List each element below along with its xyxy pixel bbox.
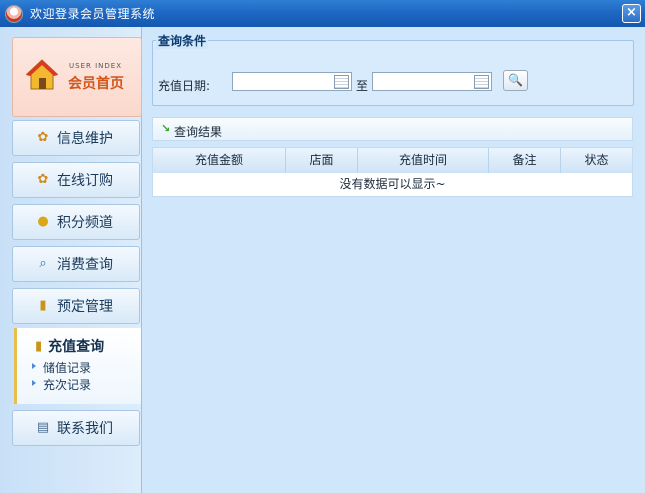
sidebar-item-recharge[interactable]: ▮ 充值查询 储值记录 充次记录 (14, 328, 141, 404)
sidebar-item-label: 在线订购 (57, 173, 113, 189)
sidebar-item-label: 信息维护 (57, 131, 113, 147)
date-label: 充值日期: (158, 79, 211, 93)
column-header[interactable]: 充值时间 (358, 148, 489, 173)
submenu-recharge-times[interactable]: 充次记录 (31, 376, 91, 393)
calendar-icon[interactable] (334, 75, 349, 89)
magnifier-icon: ⌕ (39, 256, 47, 271)
home-cn-label: 会员首页 (68, 76, 124, 92)
empty-message: 没有数据可以显示~ (339, 177, 446, 191)
submenu-stored-value[interactable]: 储值记录 (31, 359, 91, 376)
start-date-input[interactable] (232, 72, 352, 91)
close-button[interactable]: × (622, 4, 641, 23)
coins-icon: ● (37, 214, 49, 229)
result-header: ↘ 查询结果 (152, 117, 633, 141)
sidebar-item-info[interactable]: ✿ 信息维护 (12, 120, 140, 156)
query-panel: 查询条件 充值日期: 至 🔍 (152, 32, 634, 106)
sidebar-item-contact[interactable]: ▤ 联系我们 (12, 410, 140, 446)
column-header[interactable]: 店面 (286, 148, 358, 173)
app-icon (5, 4, 23, 23)
title-bar: 欢迎登录会员管理系统 × (0, 0, 645, 27)
sidebar-item-label: 联系我们 (57, 421, 113, 437)
medal-icon: ▮ (39, 298, 47, 313)
home-en-label: USER INDEX (69, 62, 122, 70)
card-icon: ▤ (36, 420, 50, 435)
search-button[interactable]: 🔍 (503, 70, 528, 91)
sidebar-item-label: 消费查询 (57, 257, 113, 273)
query-legend: 查询条件 (156, 32, 209, 49)
sidebar-item-reserve[interactable]: ▮ 预定管理 (12, 288, 140, 324)
search-icon: 🔍 (508, 73, 523, 87)
sidebar-active-label: 充值查询 (48, 339, 105, 355)
table-header: 充值金额 店面 充值时间 备注 状态 (153, 148, 632, 173)
sidebar-item-consume[interactable]: ⌕ 消费查询 (12, 246, 140, 282)
gear-icon: ✿ (37, 172, 49, 187)
column-header[interactable]: 状态 (561, 148, 632, 173)
column-header[interactable]: 充值金额 (153, 148, 286, 173)
sidebar-item-points[interactable]: ● 积分频道 (12, 204, 140, 240)
medal-icon: ▮ (35, 338, 43, 354)
gear-icon: ✿ (37, 130, 49, 145)
window-title: 欢迎登录会员管理系统 (30, 7, 156, 21)
sidebar-item-label: 预定管理 (57, 299, 113, 315)
calendar-icon[interactable] (474, 75, 489, 89)
sidebar-home[interactable]: USER INDEX 会员首页 (12, 37, 142, 117)
result-table: 充值金额 店面 充值时间 备注 状态 没有数据可以显示~ (152, 147, 633, 197)
end-date-input[interactable] (372, 72, 492, 91)
result-title: 查询结果 (174, 125, 223, 139)
to-label: 至 (356, 79, 369, 93)
arrow-icon: ↘ (161, 122, 171, 135)
sidebar-item-order[interactable]: ✿ 在线订购 (12, 162, 140, 198)
column-header[interactable]: 备注 (489, 148, 561, 173)
home-icon (25, 59, 59, 90)
sidebar: USER INDEX 会员首页 ✿ 信息维护 ✿ 在线订购 ● 积分频道 ⌕ 消… (0, 27, 142, 493)
sidebar-item-label: 积分频道 (57, 215, 113, 231)
